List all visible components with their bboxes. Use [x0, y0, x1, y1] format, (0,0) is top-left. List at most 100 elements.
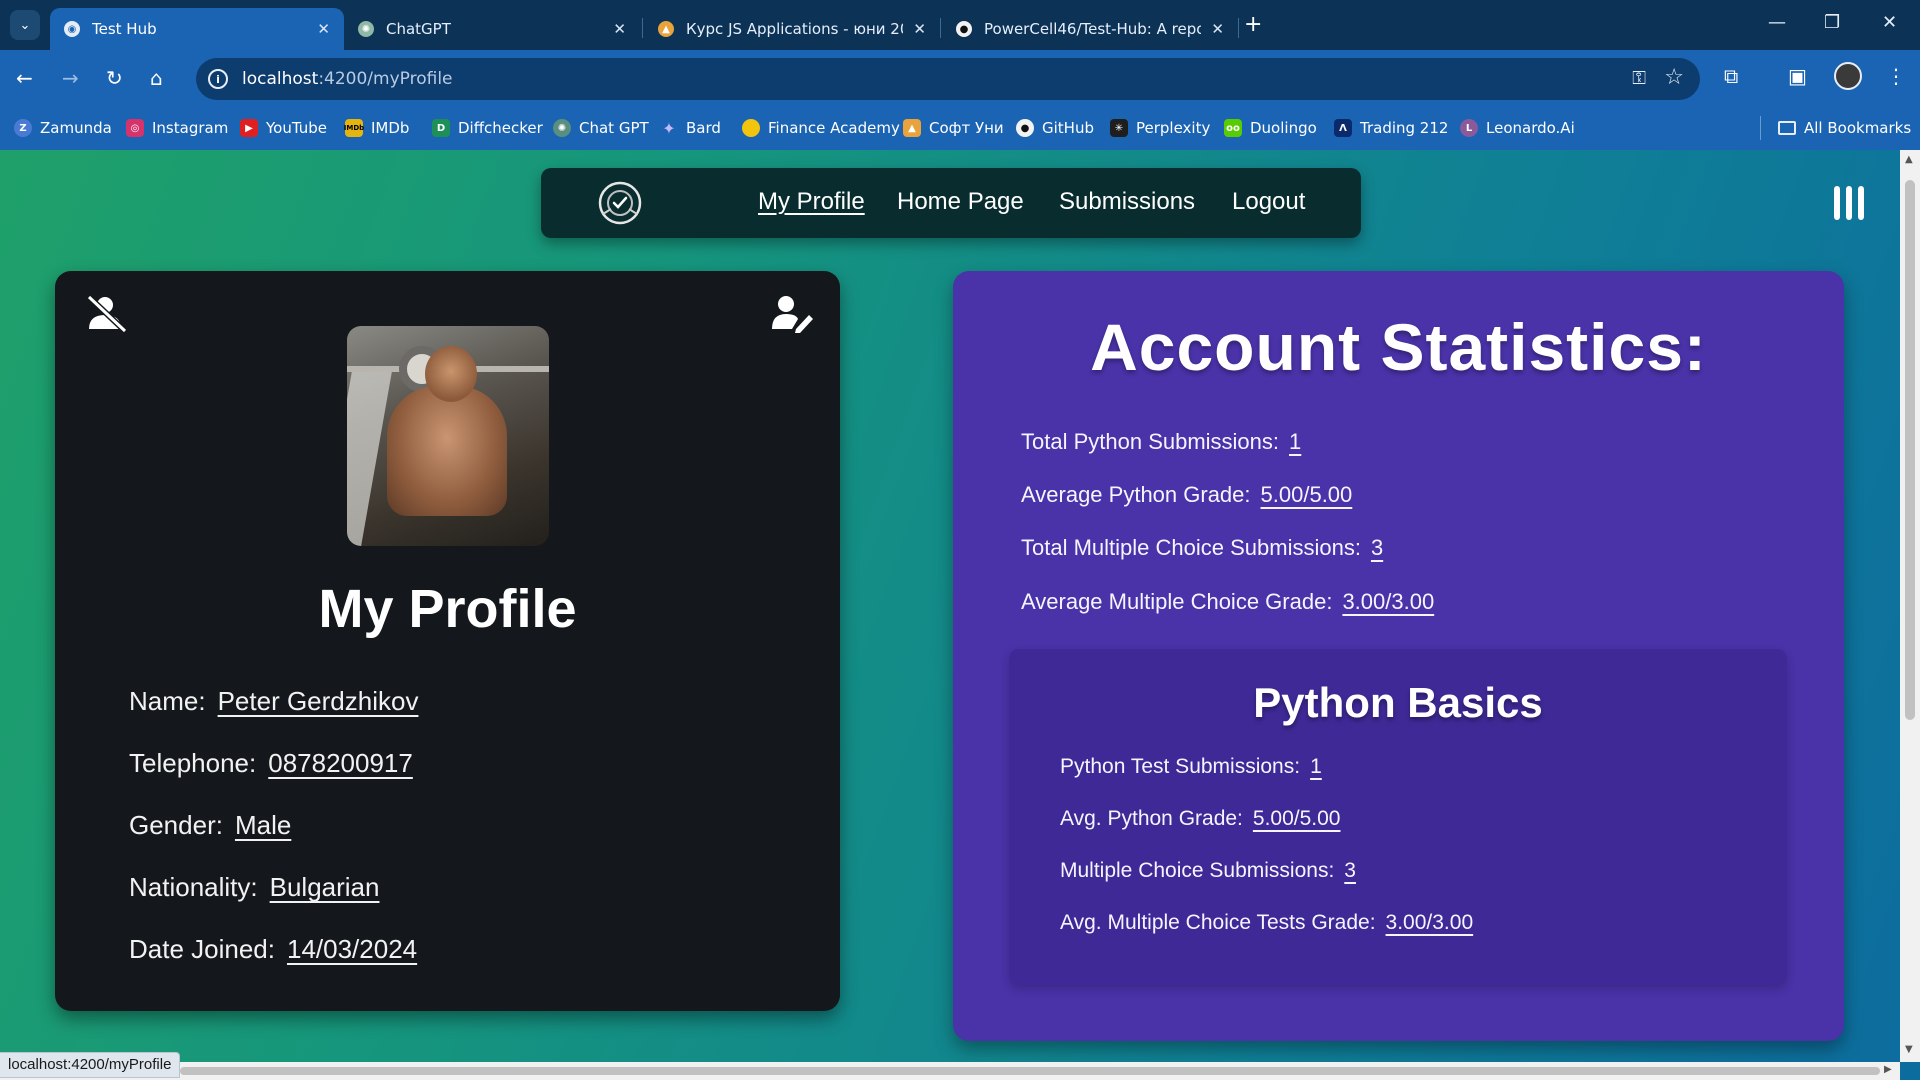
- minimize-icon: —: [1768, 12, 1786, 33]
- stat-label: Avg. Multiple Choice Tests Grade:: [1060, 911, 1376, 934]
- tab-test-hub[interactable]: ◉ Test Hub ✕: [50, 8, 344, 50]
- field-value: Bulgarian: [269, 872, 380, 902]
- arrow-right-icon: →: [62, 66, 79, 90]
- stat-value: 3.00/3.00: [1385, 911, 1474, 934]
- browser-menu-button[interactable]: ⋮: [1886, 64, 1906, 88]
- browser-tab-bar: ⌄ ◉ Test Hub ✕ ✺ ChatGPT ✕ ▲ Курс JS App…: [0, 0, 1920, 50]
- nav-logout[interactable]: Logout: [1232, 188, 1305, 216]
- field-label: Gender:: [129, 810, 223, 840]
- tab-github-repo[interactable]: ● PowerCell46/Test-Hub: A reposi ✕: [942, 8, 1238, 50]
- bookmark-trading212[interactable]: Λ Trading 212: [1334, 119, 1448, 137]
- profile-field-name: Name: Peter Gerdzhikov: [129, 686, 418, 717]
- bookmark-label: Leonardo.Ai: [1486, 119, 1575, 137]
- bookmark-label: Diffchecker: [458, 119, 543, 137]
- extensions-button[interactable]: ⧉: [1724, 64, 1738, 88]
- bookmark-instagram[interactable]: ◎ Instagram: [126, 119, 228, 137]
- scroll-down-icon[interactable]: ▼: [1905, 1044, 1913, 1055]
- stats-title: Account Statistics:: [1090, 310, 1707, 384]
- side-panel-button[interactable]: ▣: [1788, 64, 1807, 88]
- link-status-bar: localhost:4200/myProfile: [0, 1052, 181, 1078]
- stat-value: 5.00/5.00: [1260, 482, 1353, 507]
- horizontal-scrollbar[interactable]: ▶: [0, 1062, 1900, 1080]
- bookmark-label: Zamunda: [40, 119, 112, 137]
- bookmark-perplexity[interactable]: ✳ Perplexity: [1110, 119, 1210, 137]
- close-icon[interactable]: ✕: [1211, 20, 1224, 38]
- chatgpt-icon: ✺: [553, 119, 571, 137]
- tab-search-button[interactable]: ⌄: [10, 10, 40, 40]
- bookmark-chatgpt[interactable]: ✺ Chat GPT: [553, 119, 649, 137]
- bookmark-diffchecker[interactable]: D Diffchecker: [432, 119, 543, 137]
- course-stat-avg-multiple-choice-grade: Avg. Multiple Choice Tests Grade: 3.00/3.…: [1060, 911, 1473, 935]
- delete-user-icon[interactable]: [85, 293, 129, 333]
- stat-label: Total Multiple Choice Submissions:: [1021, 535, 1361, 560]
- minimize-button[interactable]: —: [1768, 12, 1786, 33]
- scroll-up-icon[interactable]: ▲: [1905, 154, 1913, 165]
- nav-home-page[interactable]: Home Page: [897, 188, 1024, 216]
- bookmark-leonardo[interactable]: L Leonardo.Ai: [1460, 119, 1575, 137]
- bookmark-zamunda[interactable]: Z Zamunda: [14, 119, 112, 137]
- hamburger-menu-icon[interactable]: [1834, 186, 1864, 220]
- vertical-scrollbar[interactable]: ▲ ▼: [1900, 150, 1920, 1062]
- profile-photo: [347, 326, 549, 546]
- bookmark-label: Chat GPT: [579, 119, 649, 137]
- bookmark-softuni[interactable]: ▲ Софт Уни: [903, 119, 1004, 137]
- address-bar[interactable]: i localhost:4200/myProfile ⚿ ☆: [196, 58, 1700, 100]
- bookmark-star-icon[interactable]: ☆: [1664, 65, 1684, 90]
- stat-label: Multiple Choice Submissions:: [1060, 859, 1335, 882]
- nav-my-profile[interactable]: My Profile: [758, 188, 865, 216]
- scrollbar-thumb[interactable]: [1905, 180, 1915, 720]
- diffchecker-icon: D: [432, 119, 450, 137]
- bookmark-imdb[interactable]: IMDb IMDb: [344, 119, 409, 137]
- test-hub-favicon-icon: ◉: [64, 21, 80, 37]
- stat-label: Average Multiple Choice Grade:: [1021, 589, 1333, 614]
- plus-icon: +: [1244, 12, 1263, 37]
- field-label: Telephone:: [129, 748, 257, 778]
- forward-button[interactable]: →: [62, 66, 79, 90]
- horizontal-scrollbar-thumb[interactable]: [180, 1067, 1880, 1075]
- bookmark-label: Finance Academy: [768, 119, 900, 137]
- bookmark-bard[interactable]: ✦ Bard: [660, 119, 721, 138]
- bookmark-label: Софт Уни: [929, 119, 1004, 137]
- tab-divider: [1238, 18, 1239, 38]
- bookmark-label: GitHub: [1042, 119, 1094, 137]
- bookmark-finance-academy[interactable]: Finance Academy: [742, 119, 900, 137]
- course-stat-avg-python-grade: Avg. Python Grade: 5.00/5.00: [1060, 807, 1340, 831]
- close-icon[interactable]: ✕: [913, 20, 926, 38]
- tab-js-applications[interactable]: ▲ Курс JS Applications - юни 202 ✕: [644, 8, 940, 50]
- password-key-icon[interactable]: ⚿: [1632, 68, 1646, 89]
- tab-chatgpt[interactable]: ✺ ChatGPT ✕: [344, 8, 640, 50]
- site-info-icon[interactable]: i: [208, 69, 228, 89]
- duolingo-icon: oo: [1224, 119, 1242, 137]
- back-button[interactable]: ←: [16, 66, 33, 90]
- scroll-right-icon[interactable]: ▶: [1884, 1064, 1892, 1075]
- reload-button[interactable]: ↻: [106, 66, 123, 90]
- restore-button[interactable]: ❐: [1824, 12, 1840, 33]
- edit-user-icon[interactable]: [770, 293, 814, 333]
- bookmark-github[interactable]: ● GitHub: [1016, 119, 1094, 137]
- nav-submissions[interactable]: Submissions: [1059, 188, 1195, 216]
- field-label: Date Joined:: [129, 934, 275, 964]
- stat-value: 3: [1344, 859, 1356, 882]
- kebab-menu-icon: ⋮: [1886, 64, 1906, 88]
- stat-value: 1: [1310, 755, 1322, 778]
- tab-title: Курс JS Applications - юни 202: [686, 20, 904, 38]
- bookmark-youtube[interactable]: ▶ YouTube: [240, 119, 327, 137]
- folder-icon: [1778, 121, 1796, 135]
- url-text[interactable]: localhost:4200/myProfile: [242, 69, 453, 89]
- url-path: :4200/myProfile: [318, 69, 453, 89]
- test-hub-logo-icon[interactable]: [597, 180, 643, 226]
- page-viewport: My Profile Home Page Submissions Logout …: [0, 150, 1920, 1080]
- url-host: localhost: [242, 69, 319, 89]
- field-value: Peter Gerdzhikov: [217, 686, 419, 716]
- new-tab-button[interactable]: +: [1244, 12, 1262, 37]
- course-stat-python-test-submissions: Python Test Submissions: 1: [1060, 755, 1322, 779]
- bookmark-duolingo[interactable]: oo Duolingo: [1224, 119, 1317, 137]
- close-icon[interactable]: ✕: [613, 20, 626, 38]
- bookmarks-divider: [1760, 116, 1761, 140]
- browser-profile-avatar[interactable]: [1834, 62, 1862, 90]
- all-bookmarks-button[interactable]: All Bookmarks: [1778, 119, 1911, 137]
- close-icon[interactable]: ✕: [317, 20, 330, 38]
- instagram-icon: ◎: [126, 119, 144, 137]
- home-button[interactable]: ⌂: [150, 66, 163, 90]
- close-window-button[interactable]: ✕: [1882, 12, 1897, 33]
